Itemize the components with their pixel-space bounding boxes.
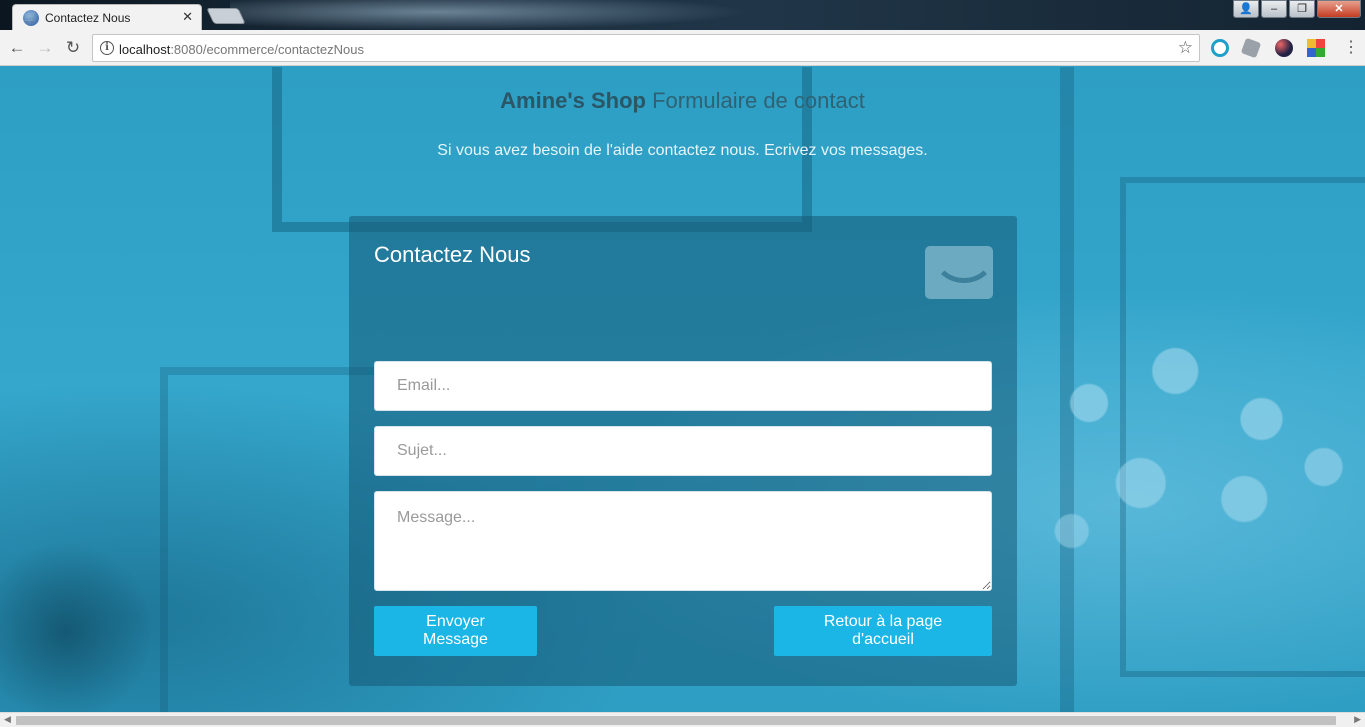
cart-favicon-icon: 🛒: [23, 10, 39, 26]
titlebar-background: [230, 0, 750, 30]
subject-field[interactable]: [374, 426, 992, 476]
email-field[interactable]: [374, 361, 992, 411]
browser-tab-active[interactable]: 🛒 Contactez Nous ✕: [12, 4, 202, 30]
profile-button[interactable]: 👤: [1233, 0, 1259, 18]
page-content: Amine's Shop Formulaire de contact Si vo…: [0, 67, 1365, 712]
tab-close-icon[interactable]: ✕: [182, 9, 193, 25]
scroll-right-icon[interactable]: ▶: [1354, 714, 1361, 725]
window-controls: 👤 – ❐ ✕: [1233, 0, 1361, 18]
scroll-left-icon[interactable]: ◀: [4, 714, 11, 725]
page-title: Amine's Shop Formulaire de contact: [0, 88, 1365, 114]
reload-icon[interactable]: ↻: [62, 37, 84, 59]
url-path: :8080/ecommerce/contactezNous: [170, 42, 364, 57]
extension-grid-icon[interactable]: [1307, 39, 1325, 57]
url-text: localhost:8080/ecommerce/contactezNous: [119, 42, 364, 57]
grammarly-extension-icon[interactable]: [1211, 39, 1229, 57]
browser-titlebar: 🛒 Contactez Nous ✕ 👤 – ❐ ✕: [0, 0, 1365, 30]
horizontal-scrollbar[interactable]: ◀ ▶: [0, 712, 1365, 727]
close-window-button[interactable]: ✕: [1317, 0, 1361, 18]
minimize-button[interactable]: –: [1261, 0, 1287, 18]
extension-globe-icon[interactable]: [1275, 39, 1293, 57]
address-bar[interactable]: i localhost:8080/ecommerce/contactezNous…: [92, 34, 1200, 62]
contact-form-panel: Contactez Nous Envoyer Message Retour à …: [349, 216, 1017, 686]
page-subtitle: Formulaire de contact: [652, 88, 865, 113]
info-icon[interactable]: i: [100, 41, 114, 55]
brand-name: Amine's Shop: [500, 88, 646, 113]
forward-arrow-icon[interactable]: →: [34, 37, 56, 59]
background-bush: [0, 537, 150, 712]
page-description: Si vous avez besoin de l'aide contactez …: [437, 142, 928, 159]
tab-title: Contactez Nous: [45, 11, 131, 25]
extension-icon[interactable]: [1240, 37, 1262, 59]
scrollbar-thumb[interactable]: [16, 716, 1336, 725]
back-arrow-icon[interactable]: ←: [6, 37, 28, 59]
back-to-home-button[interactable]: Retour à la page d'accueil: [774, 606, 992, 656]
envelope-icon: [925, 246, 993, 299]
new-tab-button[interactable]: [206, 8, 246, 24]
star-icon[interactable]: ☆: [1178, 38, 1193, 58]
send-message-button[interactable]: Envoyer Message: [374, 606, 537, 656]
browser-toolbar: ← → ↻ i localhost:8080/ecommerce/contact…: [0, 30, 1365, 66]
url-host: localhost: [119, 42, 171, 57]
restore-button[interactable]: ❐: [1289, 0, 1315, 18]
background-flowers: [1020, 307, 1365, 627]
message-field[interactable]: [374, 491, 992, 591]
kebab-menu-icon[interactable]: ⋮: [1343, 38, 1359, 58]
form-title: Contactez Nous: [374, 242, 531, 267]
